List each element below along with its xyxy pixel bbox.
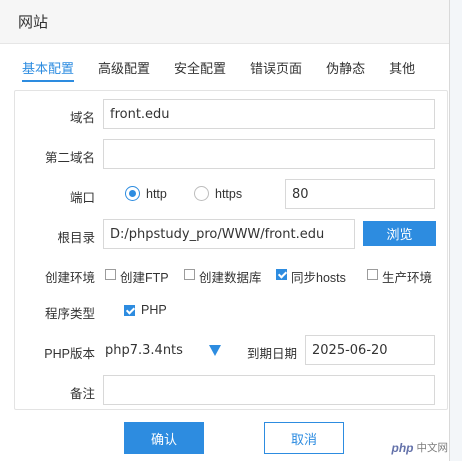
tab-other[interactable]: 其他: [389, 54, 415, 82]
expire-date-input[interactable]: 2025-06-20: [305, 335, 435, 365]
port-input[interactable]: 80: [285, 179, 435, 209]
dialog-titlebar: 网站: [0, 0, 449, 44]
basic-config-panel: 域名 front.edu 第二域名 端口 http https 80 根目录 D…: [14, 90, 448, 410]
program-type-label: 程序类型: [44, 307, 95, 321]
chevron-down-icon: [209, 345, 221, 356]
php-checkbox[interactable]: [124, 305, 135, 316]
php-version-select[interactable]: php7.3.4nts: [103, 335, 227, 365]
watermark: php 中文网: [392, 440, 449, 455]
create-db-label: 创建数据库: [199, 271, 262, 285]
production-env-label: 生产环境: [382, 271, 433, 285]
note-label: 备注: [69, 387, 95, 401]
create-ftp-checkbox[interactable]: [105, 269, 116, 280]
port-label: 端口: [69, 191, 95, 205]
tab-bar: 基本配置 高级配置 安全配置 错误页面 伪静态 其他: [22, 54, 437, 82]
https-radio[interactable]: [194, 186, 209, 201]
background-app-edge: [448, 0, 462, 461]
root-dir-label: 根目录: [57, 231, 95, 245]
domain-input[interactable]: front.edu: [103, 99, 435, 129]
dialog-title: 网站: [18, 14, 49, 31]
production-env-checkbox[interactable]: [367, 269, 378, 280]
expire-date-label: 到期日期: [247, 347, 298, 361]
domain-label: 域名: [69, 111, 95, 125]
tab-rewrite[interactable]: 伪静态: [326, 54, 365, 82]
http-label: http: [146, 187, 167, 201]
note-input[interactable]: [103, 375, 435, 405]
tab-basic-config[interactable]: 基本配置: [22, 54, 75, 82]
create-env-label: 创建环境: [44, 271, 95, 285]
http-radio[interactable]: [125, 186, 140, 201]
second-domain-label: 第二域名: [44, 151, 95, 165]
tab-error-pages[interactable]: 错误页面: [250, 54, 302, 82]
php-version-value: php7.3.4nts: [105, 342, 183, 358]
cancel-button[interactable]: 取消: [264, 422, 344, 454]
php-logo: php: [391, 440, 414, 455]
https-label: https: [215, 187, 243, 201]
sync-hosts-checkbox[interactable]: [276, 269, 287, 280]
site-config-dialog: 网站 基本配置 高级配置 安全配置 错误页面 伪静态 其他 域名 front.e…: [0, 0, 450, 461]
tab-advanced-config[interactable]: 高级配置: [98, 54, 150, 82]
second-domain-input[interactable]: [103, 139, 435, 169]
browse-button[interactable]: 浏览: [363, 221, 436, 246]
php-label: PHP: [141, 303, 167, 317]
watermark-site: 中文网: [416, 442, 449, 454]
root-dir-input[interactable]: D:/phpstudy_pro/WWW/front.edu: [103, 219, 355, 249]
tab-security-config[interactable]: 安全配置: [174, 54, 226, 82]
php-version-label: PHP版本: [44, 347, 95, 361]
create-ftp-label: 创建FTP: [120, 271, 169, 285]
confirm-button[interactable]: 确认: [124, 422, 204, 454]
sync-hosts-label: 同步hosts: [291, 271, 346, 285]
create-db-checkbox[interactable]: [184, 269, 195, 280]
